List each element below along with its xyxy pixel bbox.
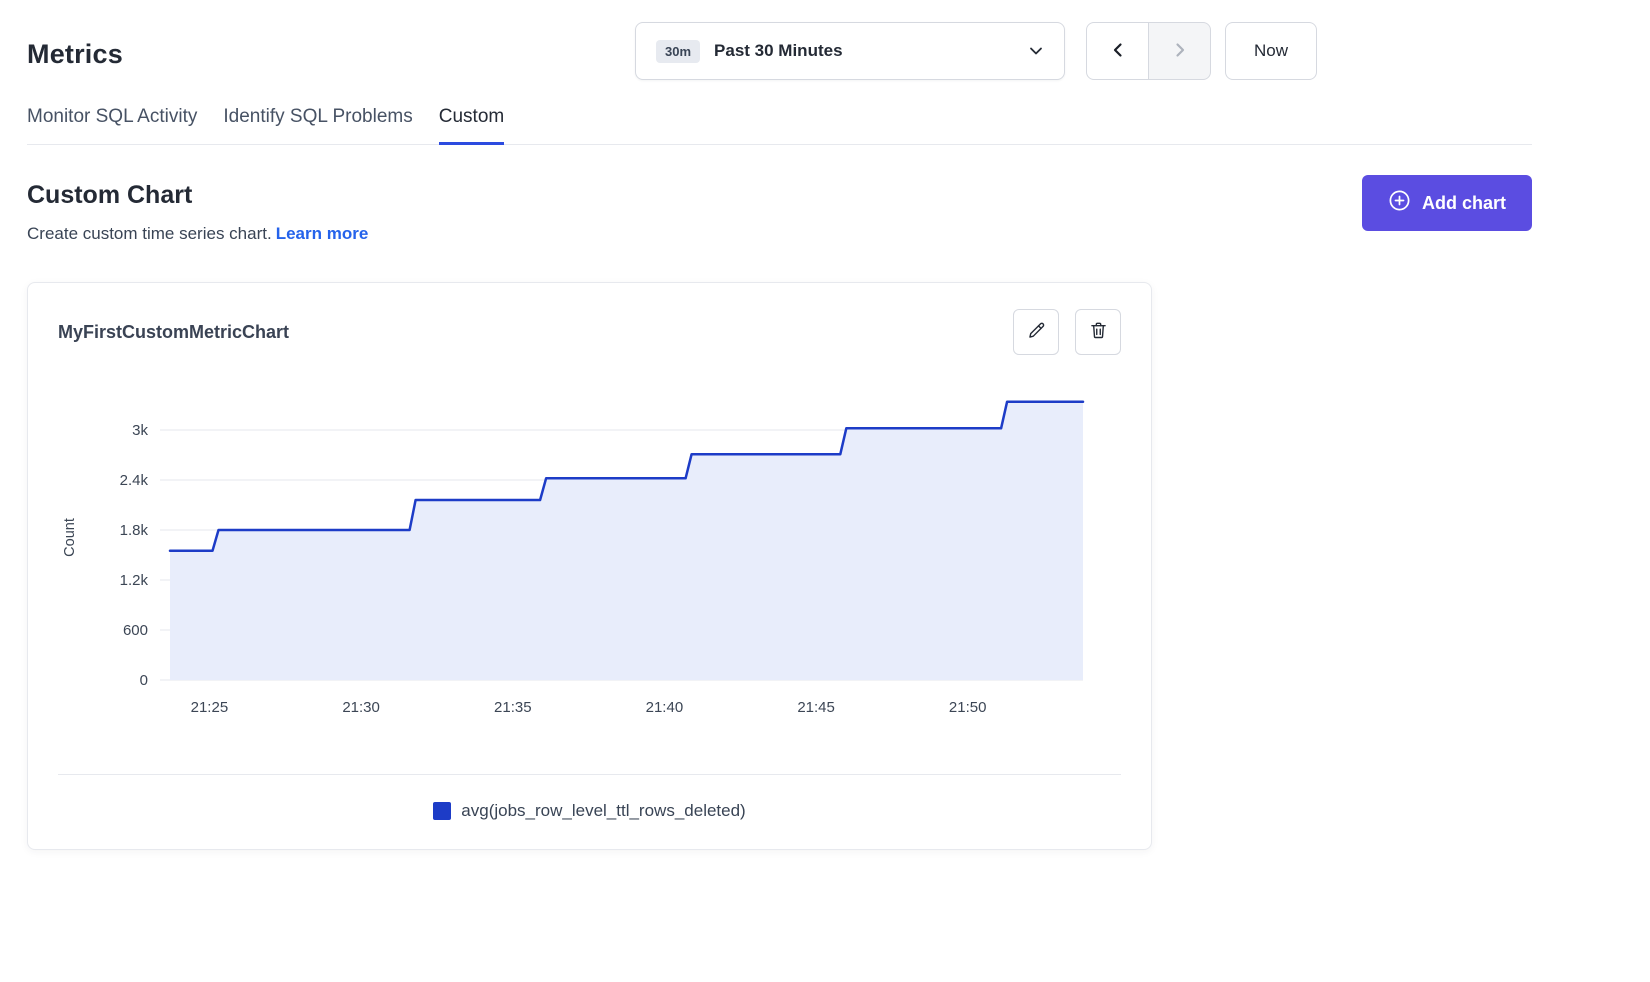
time-range-label: Past 30 Minutes — [714, 41, 843, 61]
svg-text:21:45: 21:45 — [797, 699, 835, 716]
chevron-left-icon — [1109, 41, 1127, 62]
chart-card: MyFirstCustomMetricChart 0 600 1.2k 1.8k 2.4… — [27, 282, 1152, 850]
chart-card-actions — [1013, 309, 1121, 355]
chart-card-header: MyFirstCustomMetricChart — [58, 309, 1121, 355]
svg-text:3k: 3k — [132, 422, 148, 439]
delete-chart-button[interactable] — [1075, 309, 1121, 355]
tab-monitor-sql-activity[interactable]: Monitor SQL Activity — [27, 106, 197, 145]
plus-circle-icon — [1388, 189, 1411, 217]
tab-bar: Monitor SQL Activity Identify SQL Proble… — [27, 106, 1532, 145]
svg-text:2.4k: 2.4k — [120, 472, 149, 489]
next-period-button[interactable] — [1148, 22, 1211, 80]
svg-text:21:40: 21:40 — [646, 699, 684, 716]
chevron-down-icon — [1028, 43, 1044, 59]
previous-period-button[interactable] — [1086, 22, 1149, 80]
chevron-right-icon — [1171, 41, 1189, 62]
now-button[interactable]: Now — [1225, 22, 1317, 80]
custom-chart-section-header: Custom Chart Create custom time series c… — [27, 175, 1532, 244]
time-nav-group — [1086, 22, 1211, 80]
custom-metric-chart: 0 600 1.2k 1.8k 2.4k 3k 21:25 21:30 21:35 21:40 21… — [58, 377, 1121, 732]
svg-text:21:35: 21:35 — [494, 699, 532, 716]
add-chart-label: Add chart — [1422, 193, 1506, 214]
header: Metrics 30m Past 30 Minutes — [27, 22, 1532, 80]
pencil-icon — [1026, 320, 1047, 344]
svg-text:1.2k: 1.2k — [120, 572, 149, 589]
metrics-page: Metrics 30m Past 30 Minutes — [0, 0, 1650, 890]
time-controls: 30m Past 30 Minutes Now — [635, 22, 1317, 80]
section-description-text: Create custom time series chart. — [27, 224, 272, 243]
add-chart-button[interactable]: Add chart — [1362, 175, 1532, 231]
section-title: Custom Chart — [27, 181, 368, 210]
legend-swatch — [433, 802, 451, 820]
tab-identify-sql-problems[interactable]: Identify SQL Problems — [223, 106, 412, 145]
page-title: Metrics — [27, 39, 123, 70]
section-header-text: Custom Chart Create custom time series c… — [27, 175, 368, 244]
section-description: Create custom time series chart.Learn mo… — [27, 224, 368, 244]
time-range-select[interactable]: 30m Past 30 Minutes — [635, 22, 1065, 80]
svg-text:600: 600 — [123, 622, 148, 639]
chart-title: MyFirstCustomMetricChart — [58, 322, 289, 343]
svg-text:21:30: 21:30 — [342, 699, 380, 716]
legend-label: avg(jobs_row_level_ttl_rows_deleted) — [461, 801, 745, 821]
tab-custom[interactable]: Custom — [439, 106, 504, 145]
svg-text:Count: Count — [62, 518, 78, 557]
time-range-badge: 30m — [656, 40, 700, 63]
svg-text:21:25: 21:25 — [191, 699, 229, 716]
svg-text:21:50: 21:50 — [949, 699, 987, 716]
svg-text:1.8k: 1.8k — [120, 522, 149, 539]
learn-more-link[interactable]: Learn more — [276, 224, 369, 243]
trash-icon — [1088, 320, 1109, 344]
svg-text:0: 0 — [140, 672, 148, 689]
chart-legend: avg(jobs_row_level_ttl_rows_deleted) — [58, 774, 1121, 821]
edit-chart-button[interactable] — [1013, 309, 1059, 355]
